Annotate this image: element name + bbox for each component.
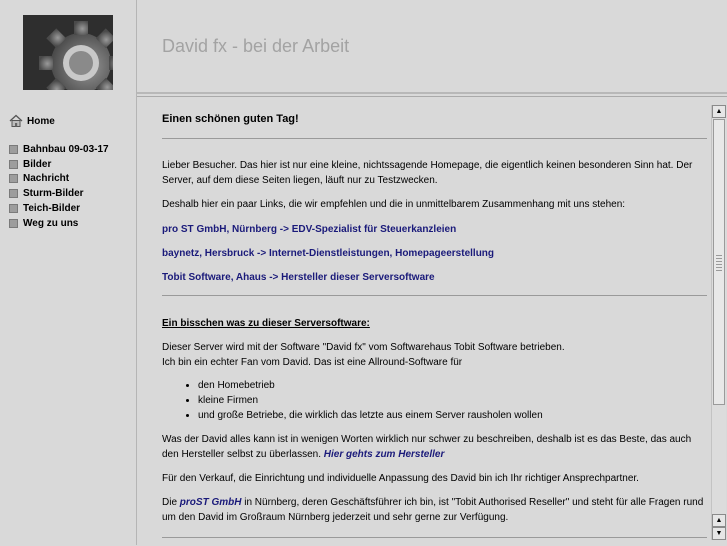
- scroll-up-button-lower[interactable]: ▲: [712, 514, 726, 527]
- scroll-down-button[interactable]: ▼: [712, 527, 726, 540]
- list-item: kleine Firmen: [198, 393, 543, 408]
- home-label: Home: [27, 115, 55, 127]
- link-prost[interactable]: pro ST GmbH, Nürnberg -> EDV-Spezialist …: [162, 224, 456, 235]
- house-icon: [9, 114, 23, 127]
- sidebar-item-label: Bilder: [23, 158, 52, 170]
- square-bullet-icon: [9, 159, 18, 169]
- sidebar-item-label: Sturm-Bilder: [23, 188, 84, 200]
- sidebar-item-nachricht[interactable]: Nachricht: [9, 172, 109, 187]
- scrollbar-thumb[interactable]: [713, 119, 725, 405]
- square-bullet-icon: [9, 174, 18, 184]
- software-paragraph-line2: Ich bin ein echter Fan vom David. Das is…: [162, 357, 463, 368]
- software-paragraph-4: Die proST GmbH in Nürnberg, deren Geschä…: [162, 495, 707, 525]
- square-bullet-icon: [9, 144, 18, 154]
- sidebar-item-bilder[interactable]: Bilder: [9, 157, 109, 172]
- link-tobit[interactable]: Tobit Software, Ahaus -> Hersteller dies…: [162, 272, 435, 283]
- arrow-down-icon: ▼: [715, 530, 723, 537]
- sidebar-nav: Bahnbau 09-03-17 Bilder Nachricht Sturm-…: [9, 142, 109, 231]
- content-frame: Einen schönen guten Tag! Lieber Besucher…: [137, 96, 727, 546]
- sidebar-item-bahnbau[interactable]: Bahnbau 09-03-17: [9, 142, 109, 157]
- software-paragraph-4-pre: Die: [162, 497, 180, 508]
- arrow-up-icon: ▲: [715, 517, 723, 524]
- sidebar-item-label: Bahnbau 09-03-17: [23, 143, 109, 155]
- page-header: David fx - bei der Arbeit: [137, 0, 727, 94]
- link-hersteller[interactable]: Hier gehts zum Hersteller: [324, 449, 445, 460]
- sidebar-item-label: Nachricht: [23, 173, 70, 185]
- list-item: und große Betriebe, die wirklich das let…: [198, 408, 543, 423]
- square-bullet-icon: [9, 218, 18, 228]
- page-title: David fx - bei der Arbeit: [162, 36, 350, 56]
- sidebar-item-sturm-bilder[interactable]: Sturm-Bilder: [9, 186, 109, 201]
- links-intro-paragraph: Deshalb hier ein paar Links, die wir emp…: [162, 199, 626, 210]
- software-paragraph-4-post: in Nürnberg, deren Geschäftsführer ich b…: [162, 497, 704, 523]
- grip-icon: [716, 255, 722, 271]
- vertical-scrollbar[interactable]: ▲ ▲ ▼: [711, 105, 726, 540]
- software-paragraph-3: Für den Verkauf, die Einrichtung und ind…: [162, 473, 639, 484]
- sidebar-item-weg-zu-uns[interactable]: Weg zu uns: [9, 216, 109, 231]
- link-prost-inline[interactable]: proST GmbH: [180, 497, 242, 508]
- section-title: Ein bisschen was zu dieser Serversoftwar…: [162, 318, 370, 329]
- software-paragraph-line1: Dieser Server wird mit der Software "Dav…: [162, 342, 565, 353]
- divider: [162, 295, 707, 296]
- divider: [162, 138, 707, 139]
- sidebar-item-label: Teich-Bilder: [23, 203, 81, 215]
- home-link[interactable]: Home: [9, 114, 55, 128]
- link-baynetz[interactable]: baynetz, Hersbruck -> Internet-Dienstlei…: [162, 248, 494, 259]
- sidebar-item-teich-bilder[interactable]: Teich-Bilder: [9, 201, 109, 216]
- main-content: Einen schönen guten Tag! Lieber Besucher…: [162, 97, 707, 546]
- arrow-up-icon: ▲: [715, 108, 723, 115]
- sidebar-item-label: Weg zu uns: [23, 217, 79, 229]
- feature-list: den Homebetrieb kleine Firmen und große …: [162, 378, 543, 423]
- square-bullet-icon: [9, 189, 18, 199]
- scroll-up-button[interactable]: ▲: [712, 105, 726, 118]
- gear-logo: [23, 15, 113, 90]
- greeting-heading: Einen schönen guten Tag!: [162, 113, 299, 125]
- divider: [162, 537, 707, 538]
- intro-paragraph: Lieber Besucher. Das hier ist nur eine k…: [162, 160, 693, 186]
- software-paragraph-2: Was der David alles kann ist in wenigen …: [162, 432, 707, 462]
- gear-icon: [23, 15, 113, 90]
- list-item: den Homebetrieb: [198, 378, 543, 393]
- sidebar: Home Bahnbau 09-03-17 Bilder Nachricht S…: [0, 0, 137, 545]
- square-bullet-icon: [9, 204, 18, 214]
